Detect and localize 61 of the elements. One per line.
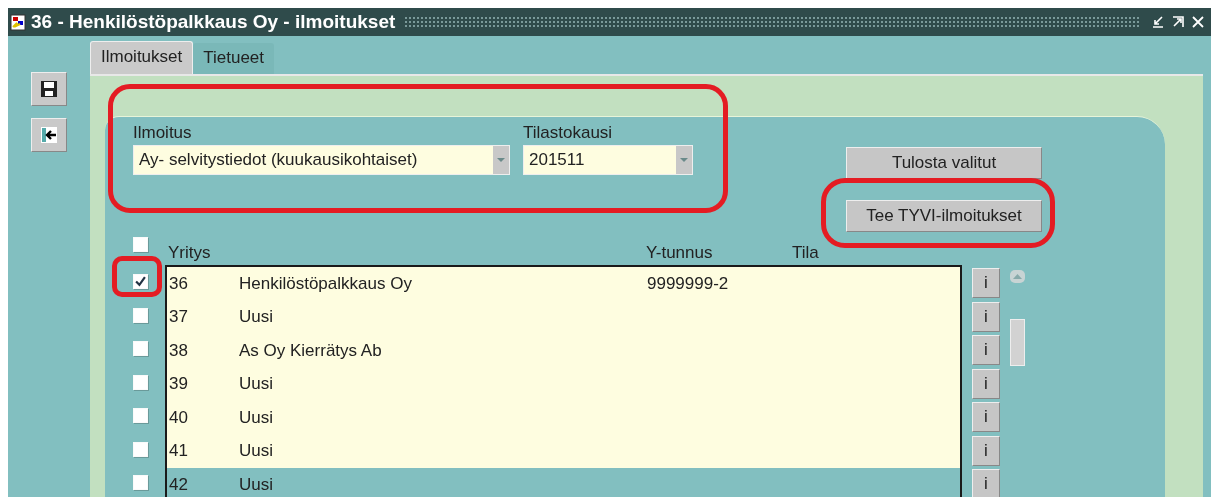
table-row[interactable]: 39 Uusi: [167, 367, 960, 401]
save-button[interactable]: [31, 72, 67, 106]
scrollbar-thumb[interactable]: [1010, 319, 1025, 366]
scroll-up-icon[interactable]: [1010, 270, 1025, 283]
field-label: Ilmoitus: [133, 123, 193, 143]
table-cell: 38: [169, 340, 188, 361]
select-all-checkbox[interactable]: [133, 237, 148, 252]
table-cell: 41: [169, 441, 188, 462]
table-cell: 42: [169, 474, 188, 495]
row-checkbox[interactable]: [133, 274, 148, 290]
info-button[interactable]: i: [972, 435, 1000, 466]
app-icon: [10, 13, 26, 31]
dropdown-arrow-icon: [679, 157, 689, 163]
window-title: 36 - Henkilöstöpalkkaus Oy - ilmoitukset: [31, 11, 396, 33]
tab[interactable]: Tietueet: [193, 43, 275, 74]
table-row[interactable]: 38 As Oy Kierrätys Ab: [167, 334, 960, 368]
info-button[interactable]: i: [972, 469, 1000, 497]
table-cell: 9999999-2: [647, 273, 729, 294]
row-checkbox[interactable]: [133, 408, 148, 424]
table-cell: 40: [169, 407, 188, 428]
table-row[interactable]: 42 Uusi: [167, 468, 960, 497]
dropdown-field[interactable]: Ay- selvitystiedot (kuukausikohtaiset): [133, 145, 510, 175]
dropdown-field[interactable]: 201511: [523, 145, 693, 175]
info-button[interactable]: i: [972, 402, 1000, 432]
table-cell: Uusi: [239, 407, 273, 428]
column-header: Y-tunnus: [646, 243, 713, 263]
table-row[interactable]: 37 Uusi: [167, 300, 960, 334]
field-label: Tilastokausi: [523, 123, 614, 143]
info-button[interactable]: i: [972, 368, 1000, 399]
table-cell: Uusi: [239, 374, 273, 395]
maximize-icon[interactable]: [1171, 15, 1185, 29]
row-checkbox[interactable]: [133, 475, 148, 491]
arrow-into-door-icon: [40, 126, 58, 144]
highlight-outline: [112, 256, 162, 297]
table-cell: 37: [169, 307, 188, 328]
column-header: Tila: [792, 243, 819, 263]
action-button[interactable]: Tee TYVI-ilmoitukset: [846, 200, 1042, 232]
table-cell: 36: [169, 273, 188, 294]
column-header: Yritys: [168, 243, 211, 263]
close-icon[interactable]: [1191, 15, 1205, 29]
info-button[interactable]: i: [972, 268, 1000, 298]
minimize-icon[interactable]: [1151, 15, 1165, 29]
table-cell: As Oy Kierrätys Ab: [239, 340, 382, 361]
action-button[interactable]: Tulosta valitut: [846, 147, 1042, 179]
tab[interactable]: Ilmoitukset: [90, 41, 194, 74]
row-checkbox[interactable]: [133, 441, 148, 457]
table-cell: Uusi: [239, 441, 273, 462]
exit-button[interactable]: [31, 118, 67, 152]
table-row[interactable]: 36 Henkilöstöpalkkaus Oy 9999999-2: [167, 267, 960, 301]
table-row[interactable]: 41 Uusi: [167, 434, 960, 468]
table-cell: Henkilöstöpalkkaus Oy: [239, 273, 412, 294]
info-button[interactable]: i: [972, 301, 1000, 332]
dropdown-arrow-icon: [496, 157, 506, 163]
table-cell: Uusi: [239, 474, 273, 495]
row-checkbox[interactable]: [133, 374, 148, 390]
info-button[interactable]: i: [972, 335, 1000, 365]
table-row[interactable]: 40 Uusi: [167, 401, 960, 435]
table-cell: Uusi: [239, 307, 273, 328]
row-checkbox[interactable]: [133, 341, 148, 357]
row-checkbox[interactable]: [133, 307, 148, 323]
table-cell: 39: [169, 374, 188, 395]
